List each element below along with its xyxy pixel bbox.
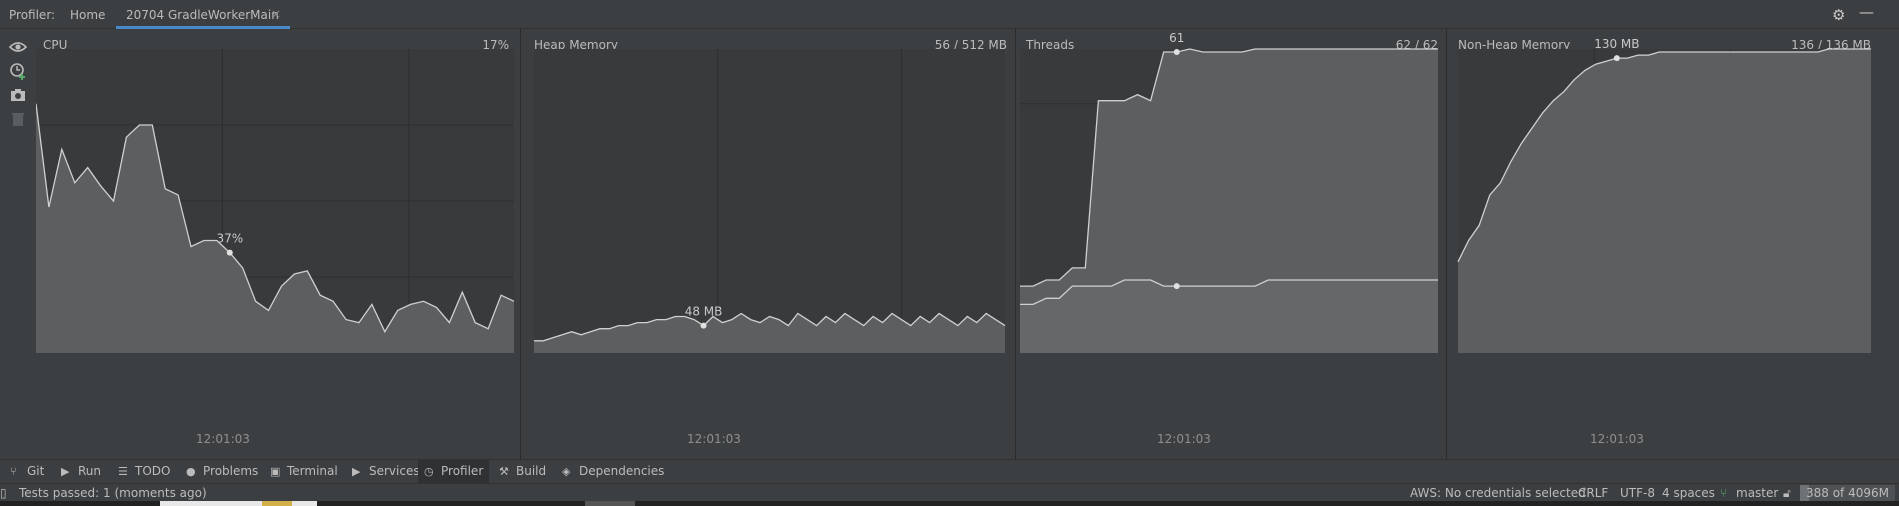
chart-marker[interactable]	[1173, 283, 1180, 290]
tool-window-bar: ⑂ Git ▶ Run ☰ TODO ● Problems ▣ Terminal ▶ Services…	[0, 459, 1899, 484]
cpu-time-label: 12:01:03	[196, 432, 250, 446]
chart-marker-label: 130 MB	[1594, 37, 1639, 51]
chart-marker[interactable]	[1613, 55, 1620, 62]
camera-icon[interactable]	[9, 86, 27, 104]
chart-marker[interactable]	[1173, 49, 1180, 56]
eye-icon[interactable]	[9, 38, 27, 56]
desktop-window-thumbnail	[585, 501, 635, 506]
nonheap-chart: 130 MB	[1457, 37, 1871, 353]
tool-tab-problems[interactable]: ● Problems	[180, 460, 264, 484]
close-tab-icon[interactable]: ×	[271, 7, 281, 21]
file-encoding[interactable]: UTF-8	[1620, 486, 1655, 500]
threads-chart: 61	[1020, 31, 1438, 353]
heap-chart: 48 MB	[534, 49, 1006, 353]
tool-tab-label: Terminal	[287, 464, 338, 478]
profiler-icon: ◷	[424, 465, 434, 478]
tool-tab-terminal[interactable]: ▣ Terminal	[264, 460, 344, 484]
tool-tab-label: Dependencies	[579, 464, 665, 478]
nonheap-time-label: 12:01:03	[1590, 432, 1644, 446]
run-icon: ▶	[61, 465, 70, 478]
minimize-icon[interactable]: —	[1859, 3, 1874, 21]
problems-icon: ●	[186, 465, 196, 478]
chart-area	[1020, 280, 1438, 353]
tool-tab-dependencies[interactable]: ◈ Dependencies	[556, 460, 670, 484]
heap-time-label: 12:01:03	[687, 432, 741, 446]
cpu-panel[interactable]: CPU 17% 37% 12:01:03	[36, 29, 514, 459]
panel-divider	[1015, 29, 1016, 459]
git-branch-icon: ⑂	[1720, 486, 1728, 500]
profiler-side-toolbar	[0, 29, 36, 459]
trash-icon[interactable]	[9, 110, 27, 128]
panel-divider	[520, 29, 521, 459]
profiler-label: Profiler:	[9, 8, 56, 22]
heap-memory-panel[interactable]: Heap Memory 56 / 512 MB 48 MB 12:01:03	[527, 29, 1007, 459]
services-icon: ▶	[352, 465, 361, 478]
build-hammer-icon: ⚒	[499, 465, 509, 478]
tool-tab-services[interactable]: ▶ Services	[346, 460, 426, 484]
tool-tab-label: TODO	[135, 464, 171, 478]
status-bar: ▯ Tests passed: 1 (moments ago) AWS: No …	[0, 483, 1899, 501]
gear-icon[interactable]: ⚙	[1832, 6, 1845, 24]
tool-tab-label: Run	[78, 464, 102, 478]
aws-credentials[interactable]: AWS: No credentials selected	[1410, 486, 1586, 500]
tool-tab-git[interactable]: ⑂ Git	[4, 460, 50, 484]
chart-marker-label: 48 MB	[685, 305, 723, 319]
tool-tab-label: Profiler	[441, 464, 484, 478]
threads-panel[interactable]: Threads 62 / 62 61 12:01:03	[1020, 29, 1438, 459]
tool-tab-build[interactable]: ⚒ Build	[493, 460, 552, 484]
todo-list-icon: ☰	[118, 465, 128, 478]
tool-tab-label: Git	[27, 464, 45, 478]
threads-time-label: 12:01:03	[1157, 432, 1211, 446]
panel-divider	[1446, 29, 1447, 459]
tab-home[interactable]: Home	[70, 8, 105, 22]
git-branch[interactable]: master	[1736, 486, 1778, 500]
tab-session[interactable]: 20704 GradleWorkerMain ×	[116, 0, 290, 29]
indent-setting[interactable]: 4 spaces	[1662, 486, 1715, 500]
non-heap-memory-panel[interactable]: Non-Heap Memory 136 / 136 MB 130 MB 12:0…	[1452, 29, 1871, 459]
chart-marker[interactable]	[226, 249, 233, 256]
tool-tab-run[interactable]: ▶ Run	[55, 460, 107, 484]
memory-indicator[interactable]: 388 of 4096M	[1800, 485, 1895, 501]
tool-tab-profiler[interactable]: ◷ Profiler	[418, 460, 490, 484]
terminal-icon: ▣	[270, 465, 281, 478]
desktop-window-thumbnail	[262, 501, 292, 506]
profiler-top-bar: Profiler: Home 20704 GradleWorkerMain × …	[0, 0, 1899, 29]
cpu-chart: 37%	[36, 49, 514, 353]
git-branch-icon: ⑂	[10, 465, 17, 478]
chart-marker[interactable]	[700, 322, 707, 329]
chart-marker-label: 61	[1169, 31, 1184, 45]
status-left-icon[interactable]: ▯	[0, 486, 7, 500]
tool-tab-todo[interactable]: ☰ TODO	[112, 460, 176, 484]
session-tab-label: 20704 GradleWorkerMain	[126, 8, 279, 22]
line-separator[interactable]: CRLF	[1578, 486, 1608, 500]
add-session-icon[interactable]	[9, 62, 27, 80]
tool-tab-label: Services	[369, 464, 420, 478]
tool-tab-label: Build	[516, 464, 547, 478]
chart-marker-label: 37%	[216, 232, 243, 246]
tool-tab-label: Problems	[203, 464, 259, 478]
memory-text: 388 of 4096M	[1806, 486, 1889, 500]
chart-plot-area	[534, 49, 1005, 353]
dependencies-icon: ◈	[562, 465, 571, 478]
desktop-window-thumbnail	[160, 501, 317, 506]
lock-icon[interactable]: 🔓︎	[1783, 486, 1791, 501]
tests-status[interactable]: Tests passed: 1 (moments ago)	[19, 486, 207, 500]
